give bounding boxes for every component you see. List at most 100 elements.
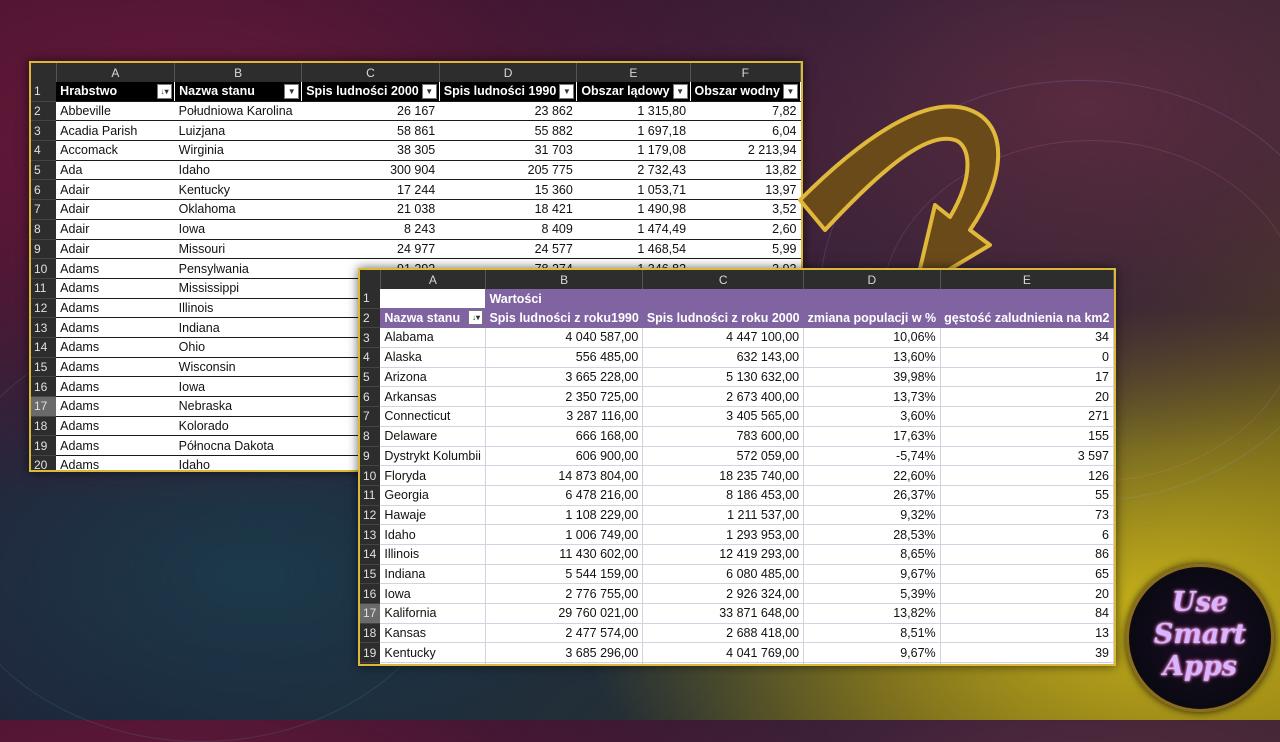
table-cell[interactable]: 24 977	[301, 239, 440, 260]
column-header-e[interactable]: E	[940, 270, 1114, 289]
table-cell[interactable]: 4 040 587,00	[485, 327, 644, 349]
row-number[interactable]: 6	[31, 179, 57, 201]
row-number[interactable]: 14	[31, 337, 57, 358]
table-cell[interactable]: 8 186 453,00	[642, 485, 805, 506]
table-cell[interactable]: 8 409	[439, 219, 577, 240]
table-cell[interactable]: 205 775	[439, 160, 577, 181]
column-header-d[interactable]: D	[803, 270, 941, 289]
table-cell[interactable]: 9,67%	[803, 642, 941, 664]
table-cell[interactable]: 17 244	[301, 179, 440, 201]
table-cell[interactable]: 1 315,80	[576, 101, 691, 122]
row-number[interactable]: 4	[31, 140, 57, 161]
table-cell[interactable]: Adams	[56, 376, 175, 397]
column-header-e[interactable]: E	[576, 63, 691, 82]
table-cell[interactable]: 2 673 400,00	[642, 386, 805, 408]
table-cell[interactable]: 73	[940, 505, 1114, 526]
table-cell[interactable]: Wisconsin	[174, 357, 302, 378]
sort-filter-icon[interactable]: ↓▾	[468, 310, 484, 326]
table-cell[interactable]: Kentucky	[380, 642, 486, 664]
table-cell[interactable]: 5,39%	[803, 583, 941, 604]
table-cell[interactable]: Acadia Parish	[56, 120, 175, 142]
table-cell[interactable]: 13,82%	[803, 603, 941, 624]
table-cell[interactable]: Georgia	[380, 485, 486, 506]
table-cell[interactable]: 18 421	[439, 199, 577, 220]
table-cell[interactable]: 155	[940, 426, 1114, 447]
table-cell[interactable]: 2 350 725,00	[485, 386, 644, 408]
table-cell[interactable]: 1 293 953,00	[642, 524, 805, 545]
header-cell[interactable]: Nazwa stanu ▼	[174, 82, 303, 102]
table-cell[interactable]: Adair	[56, 219, 175, 240]
table-cell[interactable]: Connecticut	[380, 406, 486, 427]
header-cell[interactable]: Nazwa stanu ↓▾	[380, 308, 486, 328]
table-cell[interactable]: Adair	[56, 179, 175, 201]
table-cell[interactable]: 1 006 749,00	[485, 524, 644, 545]
table-cell[interactable]: Adams	[56, 258, 175, 279]
table-cell[interactable]: 1 490,98	[576, 199, 691, 220]
table-cell[interactable]: 33 871 648,00	[642, 603, 805, 624]
row-number[interactable]: 20	[31, 455, 57, 470]
table-cell[interactable]: 55 882	[439, 120, 577, 142]
sort-filter-icon[interactable]: ↓▾	[157, 84, 173, 99]
table-cell[interactable]: 632 143,00	[642, 347, 805, 368]
table-cell[interactable]: 606 900,00	[485, 446, 644, 467]
table-cell[interactable]: Kolorado	[174, 416, 302, 437]
table-cell[interactable]: 2 776 755,00	[485, 583, 644, 604]
table-cell[interactable]: Adams	[56, 416, 175, 437]
table-cell[interactable]: 55	[940, 485, 1114, 506]
table-cell[interactable]: 4 301 261,00	[642, 662, 805, 664]
row-number[interactable]: 14	[360, 544, 381, 565]
table-cell[interactable]: 1 108 229,00	[485, 505, 644, 526]
row-number[interactable]: 9	[31, 239, 57, 260]
table-cell[interactable]: Adams	[56, 357, 175, 378]
column-header-a[interactable]: A	[380, 270, 486, 289]
table-cell[interactable]: 13,73%	[803, 386, 941, 408]
table-cell[interactable]: Południowa Karolina	[174, 101, 302, 122]
table-cell[interactable]: Oklahoma	[174, 199, 302, 220]
table-cell[interactable]: -5,74%	[803, 446, 941, 467]
table-cell[interactable]: 10,06%	[803, 327, 941, 349]
table-cell[interactable]: 271	[940, 406, 1114, 427]
table-cell[interactable]: 21 038	[301, 199, 440, 220]
header-cell[interactable]: Obszar lądowy ▼	[576, 82, 691, 102]
row-number[interactable]: 2	[31, 101, 57, 122]
column-header-c[interactable]: C	[642, 270, 805, 289]
row-number[interactable]: 13	[31, 317, 57, 338]
table-cell[interactable]: 3 405 565,00	[642, 406, 805, 427]
row-number[interactable]: 16	[31, 376, 57, 397]
table-cell[interactable]: Ada	[56, 160, 175, 181]
header-cell[interactable]: zmiana populacji w %	[803, 308, 941, 328]
table-cell[interactable]: Wirginia	[174, 140, 302, 161]
row-number[interactable]: 1	[31, 82, 57, 102]
header-cell[interactable]: Spis ludności z roku1990	[485, 308, 643, 328]
table-cell[interactable]: Floryda	[380, 465, 486, 486]
table-cell[interactable]: 30,56%	[803, 662, 941, 664]
table-cell[interactable]: Kalifornia	[380, 603, 486, 624]
table-cell[interactable]: 38 305	[301, 140, 440, 161]
table-cell[interactable]: 84	[940, 603, 1114, 624]
row-number[interactable]: 11	[31, 278, 57, 299]
row-number[interactable]: 3	[31, 120, 57, 142]
table-cell[interactable]: 4 447 100,00	[642, 327, 805, 349]
row-number[interactable]: 15	[31, 357, 57, 378]
table-cell[interactable]: 18 235 740,00	[642, 465, 805, 486]
table-cell[interactable]: 17	[940, 367, 1114, 388]
column-header-a[interactable]: A	[56, 63, 176, 82]
table-cell[interactable]: 3 685 296,00	[485, 642, 644, 664]
table-cell[interactable]: Iowa	[174, 219, 302, 240]
row-number[interactable]: 8	[360, 426, 381, 447]
column-header-b[interactable]: B	[174, 63, 303, 82]
row-number[interactable]: 19	[360, 642, 381, 664]
row-number[interactable]: 8	[31, 219, 57, 240]
column-header-f[interactable]: F	[690, 63, 801, 82]
row-number[interactable]: 7	[360, 406, 381, 427]
row-number[interactable]: 12	[31, 298, 57, 319]
table-cell[interactable]: 2 926 324,00	[642, 583, 805, 604]
table-cell[interactable]: 666 168,00	[485, 426, 644, 447]
table-cell[interactable]: 556 485,00	[485, 347, 644, 368]
table-cell[interactable]: Dystrykt Kolumbii	[380, 446, 486, 467]
table-cell[interactable]: Adams	[56, 317, 175, 338]
row-number[interactable]: 10	[31, 258, 57, 279]
table-cell[interactable]: 86	[940, 544, 1114, 565]
header-cell[interactable]: Spis ludności 2000 ▼	[301, 82, 440, 102]
filter-dropdown-icon[interactable]: ▼	[421, 84, 437, 99]
